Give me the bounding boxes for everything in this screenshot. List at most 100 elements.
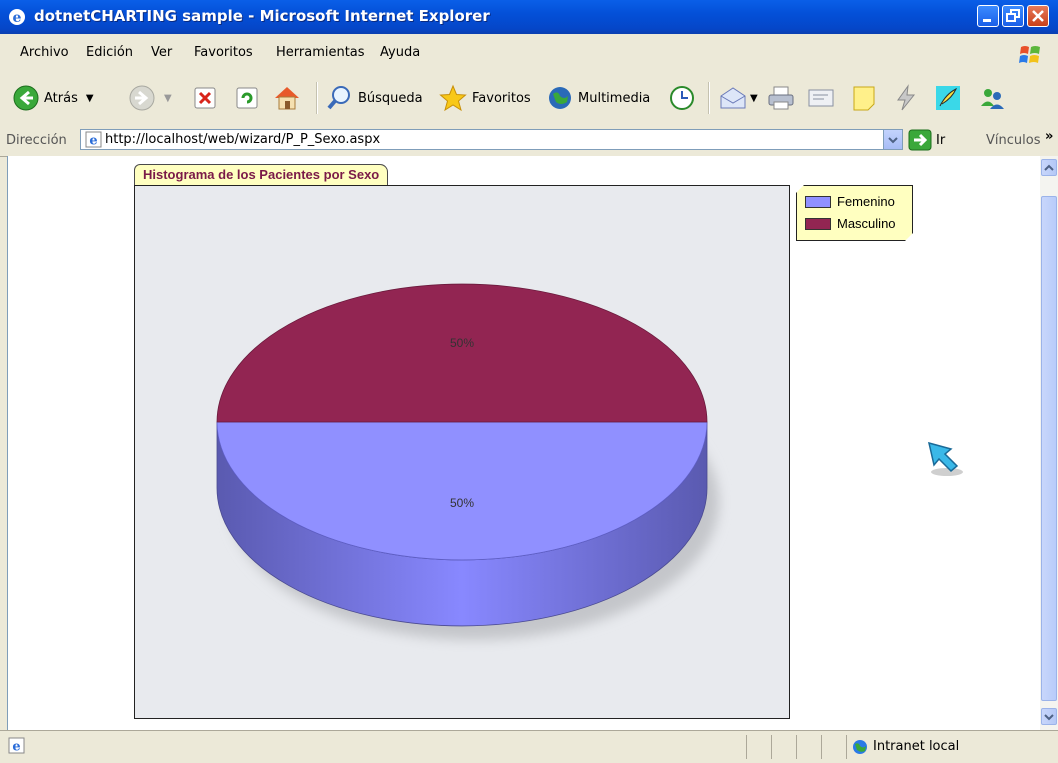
pie-slice-masculino[interactable] bbox=[216, 283, 708, 423]
close-icon bbox=[1032, 10, 1044, 22]
page-status-icon: e bbox=[8, 737, 25, 754]
back-label: Atrás bbox=[44, 90, 78, 106]
menu-archivo[interactable]: Archivo bbox=[20, 45, 69, 60]
mail-button[interactable]: ▼ bbox=[718, 81, 758, 115]
toolbar-separator bbox=[708, 82, 710, 114]
refresh-button[interactable] bbox=[234, 81, 260, 115]
menu-edicion[interactable]: Edición bbox=[86, 45, 133, 60]
svg-text:e: e bbox=[12, 740, 20, 755]
menu-ver[interactable]: Ver bbox=[151, 45, 172, 60]
research-button[interactable] bbox=[934, 81, 962, 115]
contacts-button[interactable] bbox=[978, 81, 1006, 115]
svg-text:e: e bbox=[89, 134, 97, 149]
status-cell bbox=[846, 735, 847, 759]
stop-button[interactable] bbox=[192, 81, 218, 115]
chart-area: 50% 50% bbox=[134, 185, 790, 719]
favorites-label: Favoritos bbox=[472, 90, 531, 106]
mail-dropdown-icon[interactable]: ▼ bbox=[750, 93, 758, 104]
legend-label-femenino: Femenino bbox=[837, 194, 895, 209]
address-url: http://localhost/web/wizard/P_P_Sexo.asp… bbox=[105, 132, 381, 147]
media-globe-icon bbox=[549, 87, 571, 109]
edit-icon bbox=[808, 89, 834, 107]
vertical-scrollbar[interactable] bbox=[1040, 156, 1058, 730]
edit-button[interactable] bbox=[806, 81, 836, 115]
window-title-bar[interactable]: e dotnetCHARTING sample - Microsoft Inte… bbox=[0, 0, 1058, 34]
security-zone: Intranet local bbox=[873, 739, 960, 754]
go-arrow-icon[interactable] bbox=[908, 129, 932, 151]
print-icon bbox=[768, 86, 794, 110]
intranet-globe-icon bbox=[853, 740, 867, 754]
feather-icon bbox=[936, 86, 960, 110]
refresh-icon bbox=[236, 87, 258, 109]
restore-button[interactable] bbox=[1002, 5, 1024, 27]
close-button[interactable] bbox=[1027, 5, 1049, 27]
legend-item-femenino: Femenino bbox=[805, 194, 895, 209]
search-button[interactable]: Búsqueda bbox=[326, 81, 423, 115]
media-label: Multimedia bbox=[578, 90, 651, 106]
contacts-icon bbox=[981, 89, 1004, 109]
search-icon bbox=[327, 86, 350, 110]
minimize-button[interactable] bbox=[977, 5, 999, 27]
status-cell bbox=[796, 735, 797, 759]
chart-title: Histograma de los Pacientes por Sexo bbox=[134, 164, 389, 185]
stop-icon bbox=[194, 87, 216, 109]
status-cell bbox=[771, 735, 772, 759]
menu-bar: Archivo Edición Ver Favoritos Herramient… bbox=[0, 34, 1058, 73]
search-label: Búsqueda bbox=[358, 90, 423, 106]
scroll-thumb[interactable] bbox=[1041, 196, 1057, 701]
history-button[interactable] bbox=[668, 81, 696, 115]
ie-icon: e bbox=[9, 9, 25, 26]
chart-legend: Femenino Masculino bbox=[796, 185, 913, 241]
chevron-down-icon bbox=[888, 137, 898, 144]
windows-logo-icon bbox=[1019, 46, 1040, 63]
data-label-masculino: 50% bbox=[450, 336, 474, 350]
address-input[interactable]: e http://localhost/web/wizard/P_P_Sexo.a… bbox=[80, 129, 903, 150]
history-icon bbox=[670, 86, 694, 110]
restore-icon bbox=[1006, 9, 1020, 22]
standard-toolbar: Atrás ▼ ▼ Búsqueda Favoritos Multimedia … bbox=[0, 72, 1058, 125]
back-arrow-icon bbox=[13, 85, 39, 111]
svg-text:e: e bbox=[13, 10, 22, 26]
minimize-icon bbox=[983, 19, 991, 22]
note-icon bbox=[853, 86, 875, 111]
window-title: dotnetCHARTING sample - Microsoft Intern… bbox=[34, 7, 490, 25]
back-dropdown-icon[interactable]: ▼ bbox=[86, 93, 94, 104]
media-button[interactable]: Multimedia bbox=[546, 81, 650, 115]
back-button[interactable]: Atrás ▼ bbox=[12, 81, 94, 115]
favorites-star-icon bbox=[439, 84, 467, 112]
discuss-button[interactable] bbox=[850, 81, 878, 115]
scroll-up-button[interactable] bbox=[1041, 159, 1057, 176]
menu-herramientas[interactable]: Herramientas bbox=[276, 45, 365, 60]
chevron-up-icon bbox=[1044, 164, 1054, 171]
chevron-down-icon bbox=[1044, 714, 1054, 721]
lightning-icon bbox=[897, 84, 916, 111]
toolbar-separator bbox=[316, 82, 318, 114]
scroll-down-button[interactable] bbox=[1041, 708, 1057, 725]
go-button[interactable]: Ir bbox=[936, 133, 945, 148]
mouse-cursor-icon bbox=[927, 441, 963, 476]
status-cell bbox=[746, 735, 747, 759]
home-icon bbox=[275, 87, 299, 110]
status-cell bbox=[821, 735, 822, 759]
mail-icon bbox=[720, 87, 746, 109]
menu-favoritos[interactable]: Favoritos bbox=[194, 45, 253, 60]
home-button[interactable] bbox=[272, 81, 302, 115]
messenger-button[interactable] bbox=[892, 81, 920, 115]
pie-chart: 50% 50% bbox=[216, 283, 719, 640]
print-button[interactable] bbox=[766, 81, 796, 115]
page-icon: e bbox=[85, 131, 102, 148]
legend-swatch-masculino bbox=[805, 218, 831, 230]
forward-button[interactable]: ▼ bbox=[128, 81, 172, 115]
legend-label-masculino: Masculino bbox=[837, 216, 896, 231]
address-label: Dirección bbox=[6, 133, 67, 148]
favorites-button[interactable]: Favoritos bbox=[438, 81, 531, 115]
legend-swatch-femenino bbox=[805, 196, 831, 208]
address-dropdown-button[interactable] bbox=[883, 130, 902, 149]
links-label[interactable]: Vínculos bbox=[986, 133, 1040, 148]
forward-dropdown-icon[interactable]: ▼ bbox=[164, 93, 172, 104]
menu-ayuda[interactable]: Ayuda bbox=[380, 45, 420, 60]
address-bar: Dirección e http://localhost/web/wizard/… bbox=[0, 124, 1058, 157]
legend-item-masculino: Masculino bbox=[805, 216, 896, 231]
forward-arrow-icon bbox=[129, 85, 155, 111]
links-chevron-icon[interactable]: » bbox=[1045, 129, 1053, 144]
